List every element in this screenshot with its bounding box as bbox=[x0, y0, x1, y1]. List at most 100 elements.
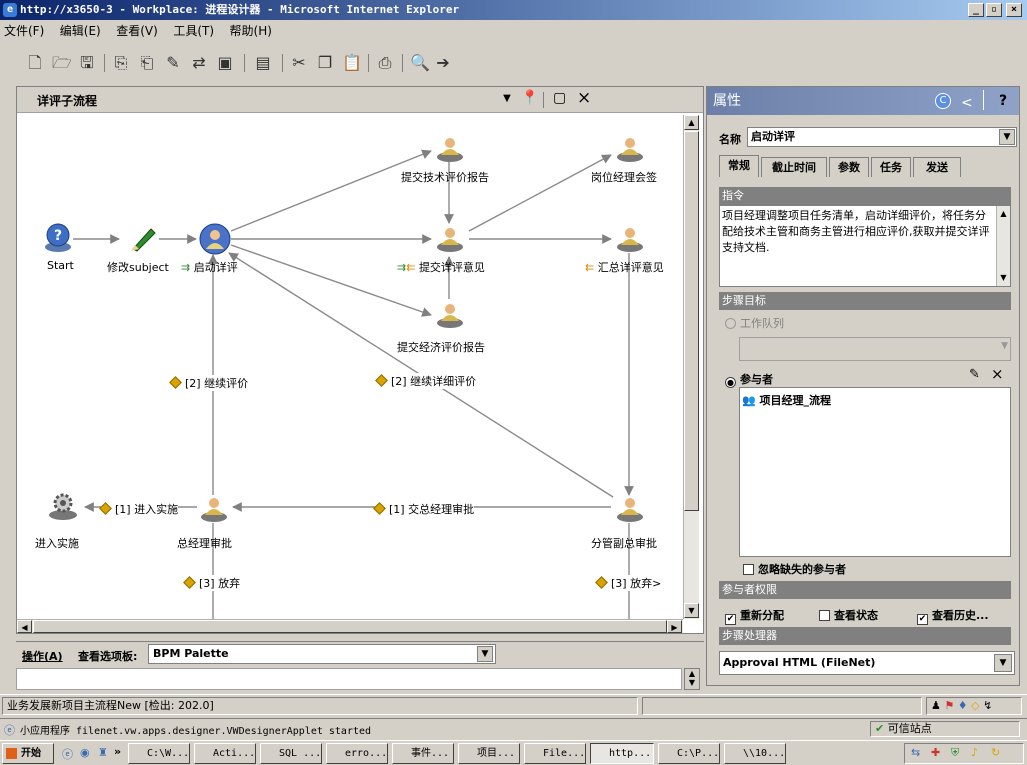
quicklaunch-app-icon[interactable]: ♜ bbox=[98, 746, 108, 759]
transition-continue-review[interactable]: [2] 继续评价 bbox=[169, 375, 249, 391]
initiate-review-node[interactable] bbox=[199, 223, 231, 255]
view-history-checkbox[interactable]: ✔ 查看历史... bbox=[917, 607, 989, 625]
start-button[interactable]: 开始 bbox=[2, 743, 54, 764]
scroll-left-button[interactable]: ◀ bbox=[17, 620, 32, 633]
menu-help[interactable]: 帮助(H) bbox=[230, 24, 272, 38]
help-button[interactable]: ? bbox=[999, 87, 1007, 115]
ignore-missing-checkbox[interactable]: 忽略缺失的参与者 bbox=[743, 561, 846, 577]
tray-shield-icon[interactable]: ⛨ bbox=[951, 746, 959, 760]
participants-list[interactable]: 👥 项目经理_流程 bbox=[739, 387, 1011, 557]
chevron-down-icon[interactable]: ▼ bbox=[994, 654, 1012, 672]
menu-tools[interactable]: 工具(T) bbox=[173, 24, 214, 38]
minimize-button[interactable]: _ bbox=[968, 3, 984, 17]
transition-continue-detail[interactable]: [2] 继续详细评价 bbox=[375, 373, 477, 389]
tab-parameters[interactable]: 参数 bbox=[829, 157, 869, 177]
post-manager-node[interactable] bbox=[615, 133, 645, 163]
canvas-horizontal-scrollbar[interactable]: ◀ ▶ bbox=[17, 619, 683, 633]
print-icon[interactable]: ⎙ bbox=[376, 54, 394, 72]
tab-send[interactable]: 发送 bbox=[913, 157, 961, 177]
reassign-checkbox[interactable]: ✔ 重新分配 bbox=[725, 607, 784, 625]
scroll-up-button[interactable]: ▲ bbox=[684, 115, 699, 130]
gm-approve-node[interactable] bbox=[199, 493, 229, 523]
canvas-vertical-scrollbar[interactable]: ▲ ▼ bbox=[683, 115, 699, 619]
tray-network-icon[interactable]: ⇆ bbox=[911, 746, 920, 759]
forward-icon[interactable]: ➔ bbox=[434, 54, 452, 72]
view-status-checkbox[interactable]: 查看状态 bbox=[819, 607, 878, 623]
palette-select[interactable]: BPM Palette ▼ bbox=[148, 644, 496, 664]
task-5[interactable]: 项目... bbox=[458, 743, 520, 764]
task-0[interactable]: C:\W... bbox=[128, 743, 190, 764]
econ-report-node[interactable] bbox=[435, 299, 465, 329]
transition-abandon-right[interactable]: [3] 放弃> bbox=[595, 575, 662, 591]
validate-icon[interactable]: ✎ bbox=[164, 54, 182, 72]
task-3[interactable]: erro... bbox=[326, 743, 388, 764]
transition-to-gm[interactable]: [1] 交总经理审批 bbox=[373, 501, 475, 517]
close-map-button[interactable]: × bbox=[577, 88, 591, 108]
palette-scroll[interactable]: ▲ ▼ bbox=[684, 668, 700, 690]
new-map-icon[interactable]: ▢ bbox=[553, 90, 566, 106]
close-window-button[interactable]: × bbox=[1006, 3, 1022, 17]
properties-icon[interactable]: ▤ bbox=[254, 54, 272, 72]
vp-approve-node[interactable] bbox=[615, 493, 645, 523]
task-8[interactable]: C:\P... bbox=[658, 743, 720, 764]
task-7-active[interactable]: http... bbox=[590, 743, 654, 764]
tray-security-icon[interactable]: ✚ bbox=[931, 746, 940, 759]
name-field[interactable]: 启动详评 ▼ bbox=[747, 127, 1017, 147]
participants-option[interactable]: ● 参与者 bbox=[725, 371, 773, 388]
checkin-icon[interactable]: ⎗ bbox=[138, 54, 156, 72]
chevron-down-icon[interactable]: ▼ bbox=[999, 129, 1015, 145]
tech-report-node[interactable] bbox=[435, 133, 465, 163]
instruction-scrollbar[interactable]: ▲ ▼ bbox=[996, 206, 1010, 286]
quicklaunch-desktop-icon[interactable]: ◉ bbox=[80, 746, 90, 759]
zoom-icon[interactable]: 🔍 bbox=[410, 54, 430, 72]
edit-pencil-icon[interactable]: ✎ bbox=[969, 367, 980, 382]
cut-icon[interactable]: ✂ bbox=[290, 54, 308, 72]
start-node[interactable]: ? bbox=[43, 223, 73, 253]
pin-icon[interactable]: 📍 bbox=[521, 90, 538, 106]
new-icon[interactable]: 🗋 bbox=[26, 54, 44, 72]
collapse-icon[interactable]: < bbox=[961, 89, 973, 117]
quicklaunch-more-icon[interactable]: » bbox=[114, 745, 121, 758]
summary-node[interactable] bbox=[615, 223, 645, 253]
menu-file[interactable]: 文件(F) bbox=[4, 24, 44, 38]
chevron-down-icon[interactable]: ▼ bbox=[477, 646, 493, 662]
maximize-button[interactable]: ▫ bbox=[986, 3, 1002, 17]
transition-enter-impl[interactable]: [1] 进入实施 bbox=[99, 501, 179, 517]
paste-icon[interactable]: 📋 bbox=[342, 54, 362, 72]
processor-select[interactable]: Approval HTML (FileNet) ▼ bbox=[719, 651, 1015, 675]
remove-icon[interactable]: × bbox=[991, 365, 1004, 383]
work-queue-select[interactable]: ▼ bbox=[739, 337, 1011, 361]
workflow-canvas[interactable]: ? Start 修改subject ⇉ 启动详评 提交技术评价报告 岗位经理会签… bbox=[21, 115, 681, 619]
work-queue-option[interactable]: 工作队列 bbox=[725, 315, 784, 331]
quicklaunch-ie-icon[interactable]: ⓔ bbox=[62, 746, 73, 762]
task-1[interactable]: Acti... bbox=[194, 743, 256, 764]
refresh-icon[interactable]: C bbox=[935, 93, 951, 109]
transfer-icon[interactable]: ⇄ bbox=[190, 54, 208, 72]
scroll-down-button[interactable]: ▼ bbox=[684, 603, 699, 618]
submit-detail-node[interactable] bbox=[435, 223, 465, 253]
task-6[interactable]: File... bbox=[524, 743, 586, 764]
participant-item[interactable]: 👥 项目经理_流程 bbox=[742, 392, 831, 408]
checkout-icon[interactable]: ⎘ bbox=[112, 54, 130, 72]
implement-node[interactable] bbox=[47, 491, 77, 521]
tray-volume-icon[interactable]: ♪ bbox=[971, 746, 978, 759]
copy-icon[interactable]: ❐ bbox=[316, 54, 334, 72]
chevron-down-icon[interactable]: ▼ bbox=[1001, 341, 1008, 351]
task-4[interactable]: 事件... bbox=[392, 743, 454, 764]
tray-update-icon[interactable]: ↻ bbox=[991, 746, 1000, 759]
workflow-dropdown-button[interactable]: ▼ bbox=[499, 91, 515, 107]
menu-view[interactable]: 查看(V) bbox=[116, 24, 158, 38]
menu-edit[interactable]: 编辑(E) bbox=[60, 24, 101, 38]
hscroll-thumb[interactable] bbox=[33, 620, 667, 633]
open-icon[interactable]: 🗁 bbox=[52, 54, 72, 72]
palette-strip[interactable] bbox=[16, 668, 682, 690]
transition-abandon-left[interactable]: [3] 放弃 bbox=[183, 575, 241, 591]
tab-deadline[interactable]: 截止时间 bbox=[761, 157, 827, 177]
modify-subject-node[interactable] bbox=[127, 223, 157, 253]
operations-menu[interactable]: 操作(A) bbox=[22, 648, 63, 664]
save-icon[interactable]: 🖫 bbox=[78, 54, 96, 72]
tab-general[interactable]: 常规 bbox=[719, 155, 759, 177]
scroll-right-button[interactable]: ▶ bbox=[667, 620, 682, 633]
launch-icon[interactable]: ▣ bbox=[216, 54, 234, 72]
task-2[interactable]: SQL ... bbox=[260, 743, 322, 764]
